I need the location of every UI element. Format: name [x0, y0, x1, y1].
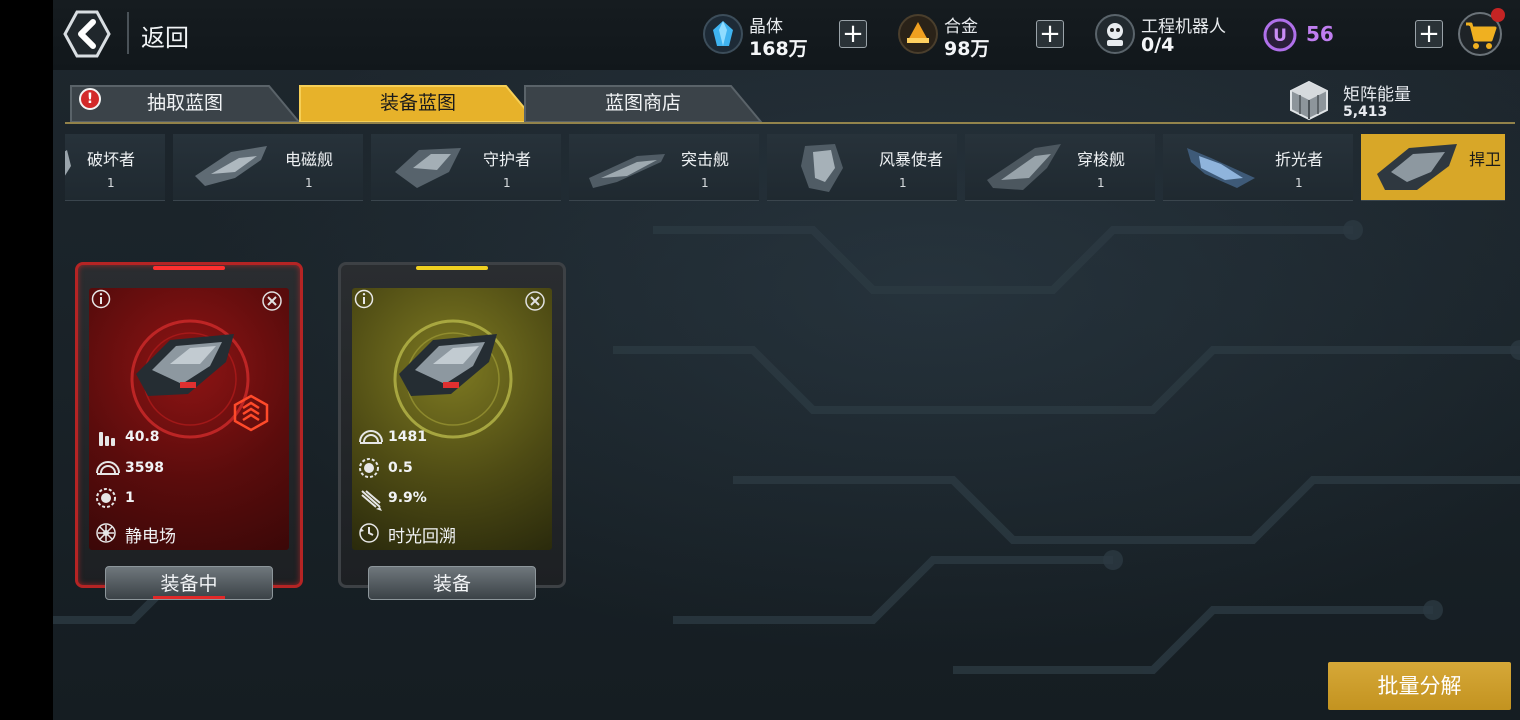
ship-name: 折光者	[1275, 150, 1324, 169]
equipped-button[interactable]: 装备中	[105, 566, 273, 600]
shield-dome-icon	[359, 430, 383, 444]
alert-badge: !	[79, 88, 101, 110]
ship-name: 守护者	[483, 150, 532, 169]
resource-value: 0/4	[1141, 34, 1175, 56]
ship-count: 1	[899, 176, 907, 190]
ship-item-refractor[interactable]: 折光者 1	[1163, 134, 1353, 201]
bulk-dismantle-button[interactable]: 批量分解	[1328, 662, 1511, 710]
ship-count: 1	[1295, 176, 1303, 190]
stat-value: 1481	[388, 429, 427, 445]
gear-core-icon	[359, 458, 379, 478]
stat-value: 3598	[125, 460, 164, 476]
top-bar: 返回 晶体 168万 + 合金 98万 + 工程机器人 0/4 U 56 +	[53, 0, 1520, 70]
stat-value: 40.8	[125, 429, 160, 445]
shop-button[interactable]	[1457, 8, 1505, 56]
ship-thumbnail	[1187, 148, 1255, 188]
game-screen: 返回 晶体 168万 + 合金 98万 + 工程机器人 0/4 U 56 + 抽…	[53, 0, 1520, 720]
resource-value: 98万	[944, 38, 990, 60]
rank-chevron-icon	[233, 394, 269, 432]
resource-value: 168万	[749, 38, 808, 60]
close-icon[interactable]	[524, 290, 546, 312]
close-icon[interactable]	[261, 290, 283, 312]
equip-button[interactable]: 装备	[368, 566, 536, 600]
add-u-currency-button[interactable]: +	[1415, 20, 1443, 48]
tab-draw-blueprint[interactable]: 抽取蓝图	[69, 84, 301, 122]
ammo-icon	[99, 432, 115, 446]
ship-image	[399, 334, 497, 396]
ship-item-assault[interactable]: 突击舰 1	[569, 134, 759, 201]
ship-name: 破坏者	[87, 150, 136, 169]
tab-label: 蓝图商店	[604, 92, 681, 114]
crystal-icon	[703, 14, 743, 54]
ship-count: 1	[701, 176, 709, 190]
card-top-light	[153, 266, 225, 270]
missile-icon	[361, 490, 382, 511]
ship-item-shuttle[interactable]: 穿梭舰 1	[965, 134, 1155, 201]
matrix-energy-label: 矩阵能量	[1343, 85, 1411, 105]
stat-value: 1	[125, 490, 135, 506]
alloy-icon	[898, 14, 938, 54]
matrix-cube-icon	[1290, 80, 1328, 121]
ship-thumbnail	[801, 144, 843, 192]
back-button[interactable]	[63, 8, 111, 60]
tab-label: 装备蓝图	[379, 92, 456, 114]
ship-thumbnail	[195, 146, 267, 186]
ship-thumbnail	[589, 154, 665, 188]
ship-selector: 破坏者 1 电磁舰 1 守护者 1 突击舰 1 风暴使者 1 穿梭舰 1 折光者…	[65, 134, 1505, 202]
ship-item-railgun[interactable]: 电磁舰 1	[173, 134, 363, 201]
time-rewind-icon	[359, 523, 379, 543]
ship-count: 1	[305, 176, 313, 190]
skill-name: 静电场	[125, 527, 176, 547]
ship-name: 突击舰	[681, 150, 730, 169]
ship-count: 1	[1097, 176, 1105, 190]
stat-value: 9.9%	[388, 490, 427, 506]
ship-item-defender[interactable]: 捍卫	[1361, 134, 1505, 201]
matrix-energy-value: 5,413	[1343, 104, 1388, 120]
divider	[127, 12, 129, 54]
ship-thumbnail	[987, 144, 1061, 190]
u-currency-value: 56	[1306, 22, 1334, 46]
static-field-icon	[96, 523, 116, 543]
card-top-light	[416, 266, 488, 270]
tab-blueprint-shop[interactable]: 蓝图商店	[523, 84, 763, 122]
back-arrow-icon	[63, 10, 111, 58]
info-icon[interactable]	[354, 289, 374, 309]
blueprint-card[interactable]: 40.8 3598 1 静电场 装备中	[75, 262, 303, 600]
matrix-energy: 矩阵能量 5,413	[1287, 78, 1411, 124]
ship-name: 风暴使者	[879, 150, 944, 169]
resource-robot: 工程机器人 0/4	[1095, 8, 1255, 62]
ship-name: 电磁舰	[285, 150, 334, 169]
ship-thumbnail	[395, 148, 461, 188]
ship-count: 1	[503, 176, 511, 190]
tab-equip-blueprint[interactable]: 装备蓝图	[298, 84, 538, 122]
u-coin-icon: U	[1263, 18, 1297, 52]
robot-icon	[1095, 14, 1135, 54]
shield-dome-icon	[96, 461, 120, 475]
ship-item-destroyer[interactable]: 破坏者 1	[65, 134, 165, 201]
ship-thumbnail	[65, 150, 71, 176]
blueprint-card[interactable]: 1481 0.5 9.9% 时光回溯 装备	[338, 262, 566, 600]
ship-image	[136, 334, 234, 396]
back-label[interactable]: 返回	[141, 18, 189, 53]
ship-count: 1	[107, 176, 115, 190]
ship-item-stormbringer[interactable]: 风暴使者 1	[767, 134, 957, 201]
notification-dot	[1491, 8, 1505, 22]
ship-name: 捍卫	[1469, 150, 1502, 169]
ship-thumbnail	[1377, 144, 1457, 190]
skill-name: 时光回溯	[388, 527, 456, 547]
svg-text:U: U	[1273, 26, 1287, 46]
card-bottom-light	[153, 596, 225, 599]
resource-alloy: 合金 98万	[898, 8, 1058, 62]
add-crystal-button[interactable]: +	[839, 20, 867, 48]
tab-label: 抽取蓝图	[146, 92, 223, 114]
ship-item-guardian[interactable]: 守护者 1	[371, 134, 561, 201]
add-alloy-button[interactable]: +	[1036, 20, 1064, 48]
gear-core-icon	[96, 488, 116, 508]
stat-value: 0.5	[388, 460, 413, 476]
info-icon[interactable]	[91, 289, 111, 309]
ship-name: 穿梭舰	[1077, 150, 1126, 169]
